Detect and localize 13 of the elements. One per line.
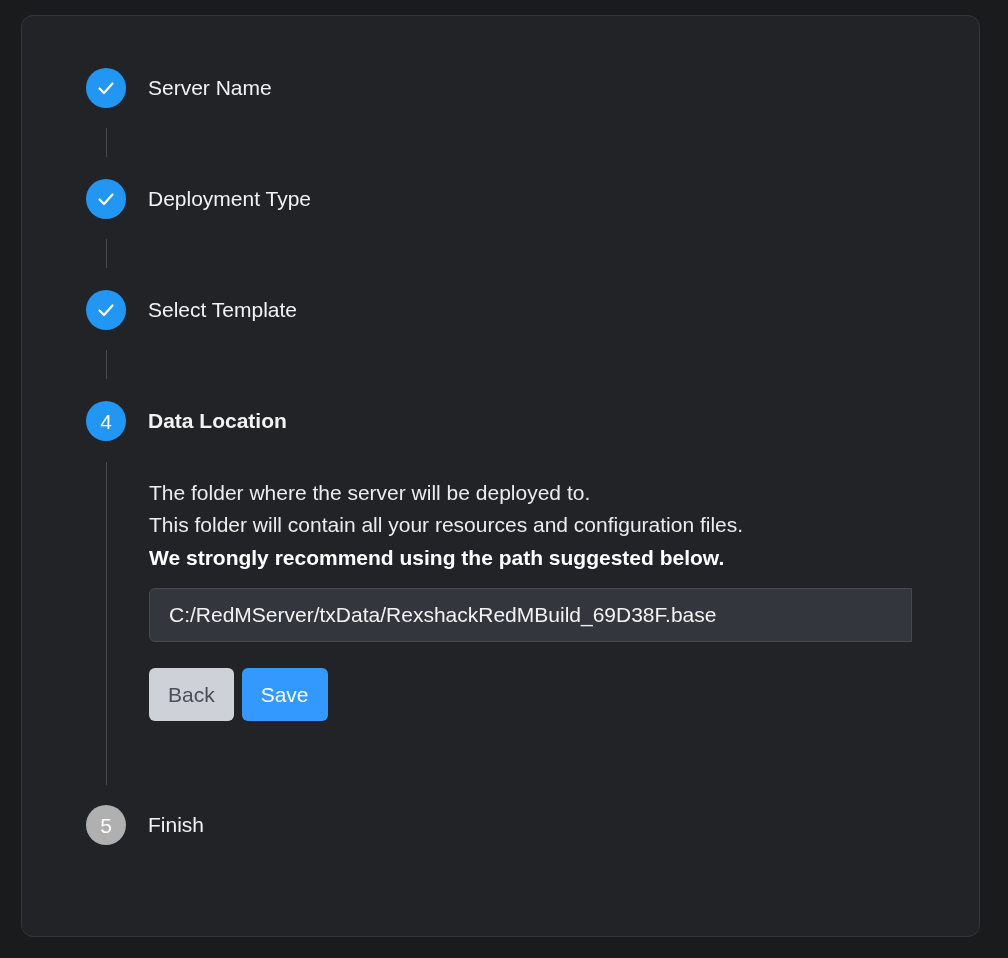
back-button[interactable]: Back — [149, 668, 234, 721]
path-field[interactable]: C:/RedMServer/txData/RexshackRedMBuild_69D38F.base — [149, 588, 912, 642]
description-text: This folder will contain all your resources and configuration files. — [149, 512, 745, 538]
save-button[interactable]: Save — [241, 668, 328, 721]
step-label: Data Location — [148, 408, 287, 434]
step-label: Server Name — [148, 75, 272, 101]
description-text: The folder where the server will be deployed to. — [149, 480, 592, 506]
step-label: Finish — [148, 812, 205, 838]
step-number: 4 — [86, 401, 126, 441]
step-label: Select Template — [148, 297, 298, 323]
step-number: 5 — [86, 805, 126, 845]
recommendation-text: We strongly recommend using the path suggested below. — [149, 545, 726, 571]
step-label: Deployment Type — [148, 186, 312, 212]
